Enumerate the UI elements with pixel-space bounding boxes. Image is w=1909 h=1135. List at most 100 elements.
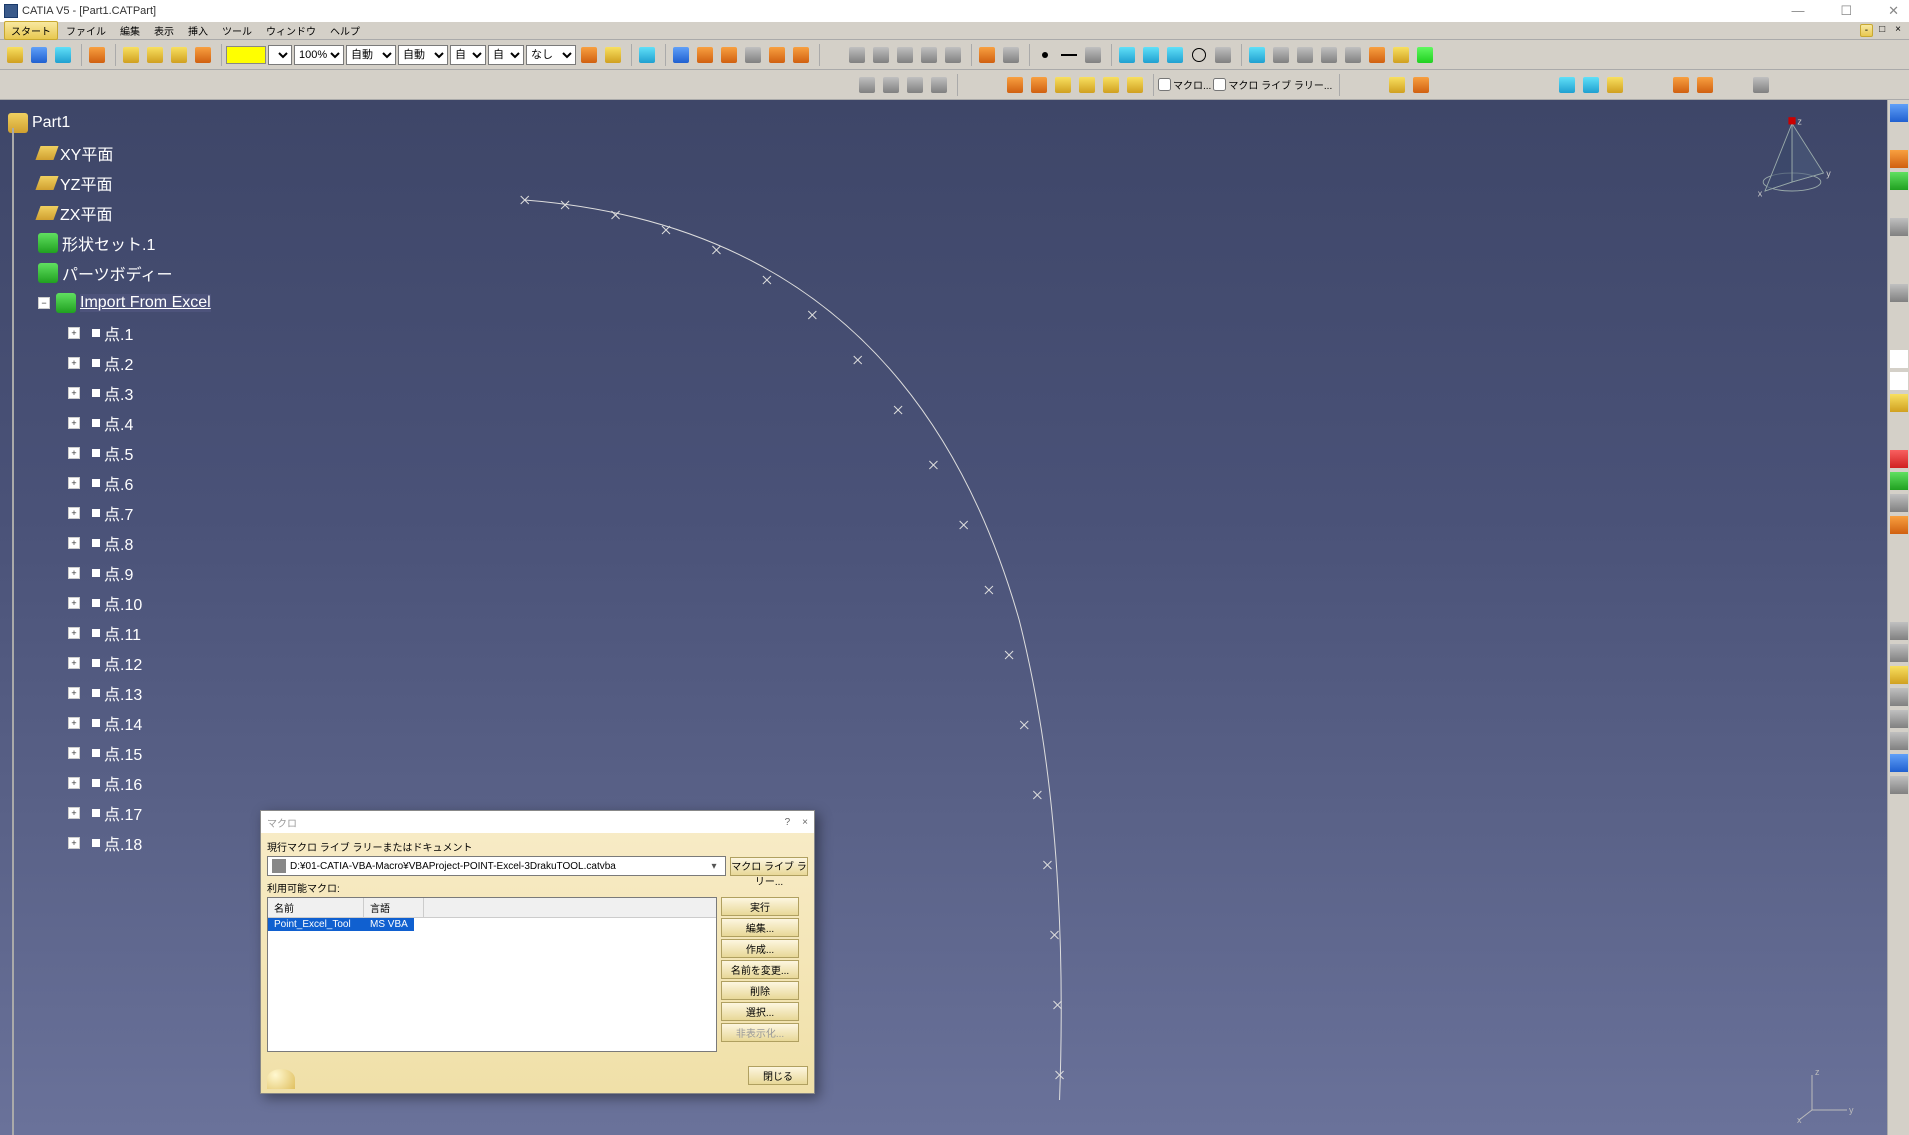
select-arrow-icon[interactable] xyxy=(1750,74,1772,96)
tree-point[interactable]: +点.9 xyxy=(8,558,211,588)
mdi-restore-button[interactable]: □ xyxy=(1875,24,1889,37)
tree-point[interactable]: +点.14 xyxy=(8,708,211,738)
menu-window[interactable]: ウィンドウ xyxy=(260,22,322,39)
tree-point[interactable]: +点.13 xyxy=(8,678,211,708)
tree-point[interactable]: +点.11 xyxy=(8,618,211,648)
tree-point[interactable]: +点.10 xyxy=(8,588,211,618)
collapse-icon[interactable]: − xyxy=(38,297,50,309)
tree-point[interactable]: +点.5 xyxy=(8,438,211,468)
tool-icon[interactable] xyxy=(1342,44,1364,66)
tool-icon[interactable] xyxy=(4,44,26,66)
menu-insert[interactable]: 挿入 xyxy=(182,22,214,39)
circle-icon[interactable] xyxy=(1188,44,1210,66)
expand-icon[interactable]: + xyxy=(68,507,80,519)
tool-icon[interactable] xyxy=(1580,74,1602,96)
tool-icon[interactable] xyxy=(880,74,902,96)
tool-icon[interactable] xyxy=(1890,494,1908,512)
close-button[interactable]: ✕ xyxy=(1882,3,1905,19)
tool-icon[interactable] xyxy=(1890,644,1908,662)
expand-icon[interactable]: + xyxy=(68,747,80,759)
menu-start[interactable]: スタート xyxy=(4,21,58,40)
tool-icon[interactable] xyxy=(1410,74,1432,96)
col-name[interactable]: 名前 xyxy=(268,898,364,917)
tree-partbody[interactable]: パーツボディー xyxy=(8,258,211,288)
point-icon[interactable] xyxy=(1034,44,1056,66)
edit-button[interactable]: 編集... xyxy=(721,918,799,937)
tool-icon[interactable] xyxy=(1414,44,1436,66)
expand-icon[interactable]: + xyxy=(68,447,80,459)
color-selector[interactable] xyxy=(226,46,266,64)
menu-help[interactable]: ヘルプ xyxy=(324,22,366,39)
menu-view[interactable]: 表示 xyxy=(148,22,180,39)
tool-icon[interactable] xyxy=(1270,44,1292,66)
tool-icon[interactable] xyxy=(942,44,964,66)
tool-icon[interactable] xyxy=(1556,74,1578,96)
tool-icon[interactable] xyxy=(766,44,788,66)
tree-point[interactable]: +点.1 xyxy=(8,318,211,348)
tool-icon[interactable] xyxy=(1890,104,1908,122)
tool-icon[interactable] xyxy=(28,44,50,66)
tool-icon[interactable] xyxy=(1246,44,1268,66)
auto-select-1[interactable]: 自動 xyxy=(346,45,396,65)
line-tool-icon[interactable] xyxy=(1890,372,1908,390)
point-tool-icon[interactable] xyxy=(1890,350,1908,368)
tool-icon[interactable] xyxy=(1890,688,1908,706)
color-dropdown[interactable] xyxy=(268,45,292,65)
expand-icon[interactable]: + xyxy=(68,687,80,699)
menu-tools[interactable]: ツール xyxy=(216,22,258,39)
rename-button[interactable]: 名前を変更... xyxy=(721,960,799,979)
run-button[interactable]: 実行 xyxy=(721,897,799,916)
expand-icon[interactable]: + xyxy=(68,837,80,849)
tool-icon[interactable] xyxy=(636,44,658,66)
tool-icon[interactable] xyxy=(718,44,740,66)
tool-icon[interactable] xyxy=(1890,218,1908,236)
dialog-help-button[interactable]: ? xyxy=(785,817,791,828)
tool-icon[interactable] xyxy=(856,74,878,96)
tool-icon[interactable] xyxy=(144,44,166,66)
tool-icon[interactable] xyxy=(1694,74,1716,96)
expand-icon[interactable]: + xyxy=(68,327,80,339)
expand-icon[interactable]: + xyxy=(68,627,80,639)
tree-point[interactable]: +点.7 xyxy=(8,498,211,528)
3d-viewport[interactable]: Part1 XY平面 YZ平面 ZX平面 形状セット.1 パーツボディー −Im… xyxy=(0,100,1887,1135)
auto-select-2[interactable]: 自動 xyxy=(398,45,448,65)
tool-icon[interactable] xyxy=(918,44,940,66)
tree-point[interactable]: +点.6 xyxy=(8,468,211,498)
plane-icon[interactable] xyxy=(1082,44,1104,66)
dialog-titlebar[interactable]: マクロ ? × xyxy=(261,811,814,833)
tool-icon[interactable] xyxy=(120,44,142,66)
tool-icon[interactable] xyxy=(904,74,926,96)
tool-icon[interactable] xyxy=(790,44,812,66)
tree-point[interactable]: +点.15 xyxy=(8,738,211,768)
expand-icon[interactable]: + xyxy=(68,387,80,399)
menu-edit[interactable]: 編集 xyxy=(114,22,146,39)
tool-icon[interactable] xyxy=(1140,44,1162,66)
tool-icon[interactable] xyxy=(1100,74,1122,96)
tool-icon[interactable] xyxy=(86,44,108,66)
tool-icon[interactable] xyxy=(1890,284,1908,302)
line-icon[interactable] xyxy=(1058,44,1080,66)
tree-point[interactable]: +点.2 xyxy=(8,348,211,378)
tool-icon[interactable] xyxy=(1890,754,1908,772)
tree-point[interactable]: +点.3 xyxy=(8,378,211,408)
macro-lib-checkbox[interactable]: マクロ ライブ ラリー... xyxy=(1213,77,1332,92)
obfuscate-button[interactable]: 非表示化... xyxy=(721,1023,799,1042)
expand-icon[interactable]: + xyxy=(68,807,80,819)
tool-icon[interactable] xyxy=(1890,622,1908,640)
expand-icon[interactable]: + xyxy=(68,417,80,429)
close-dialog-button[interactable]: 閉じる xyxy=(748,1066,808,1085)
tool-icon[interactable] xyxy=(1294,44,1316,66)
expand-icon[interactable]: + xyxy=(68,477,80,489)
expand-icon[interactable]: + xyxy=(68,717,80,729)
tool-icon[interactable] xyxy=(870,44,892,66)
menu-file[interactable]: ファイル xyxy=(60,22,112,39)
macro-row-selected[interactable]: Point_Excel_Tool MS VBA xyxy=(268,918,716,931)
minimize-button[interactable]: — xyxy=(1785,3,1810,19)
tool-icon[interactable] xyxy=(1000,44,1022,66)
expand-icon[interactable]: + xyxy=(68,567,80,579)
expand-icon[interactable]: + xyxy=(68,537,80,549)
tool-icon[interactable] xyxy=(976,44,998,66)
tree-plane[interactable]: ZX平面 xyxy=(8,198,211,228)
tool-icon[interactable] xyxy=(602,44,624,66)
tree-point[interactable]: +点.17 xyxy=(8,798,211,828)
